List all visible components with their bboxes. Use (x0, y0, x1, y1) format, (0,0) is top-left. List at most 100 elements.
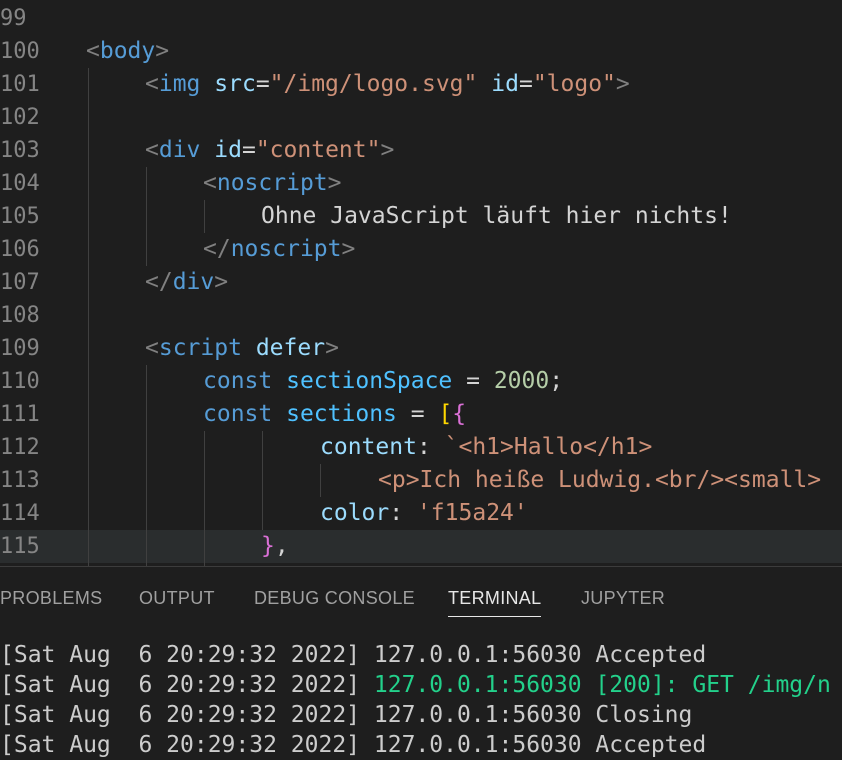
token: > (214, 269, 229, 295)
code-line[interactable]: 99 (0, 2, 842, 35)
line-number: 99 (0, 6, 27, 31)
token: > (325, 335, 339, 361)
token: `<h1>Hallo</h1> (444, 434, 653, 460)
code-line[interactable]: 102 (0, 101, 842, 134)
token: 'f15a24' (416, 500, 528, 526)
token: id (491, 71, 519, 97)
token: Ohne JavaScript läuft hier nichts! (261, 203, 732, 229)
line-number: 112 (0, 435, 40, 460)
code-text: content: `<h1>Hallo</h1> (320, 431, 652, 464)
token: { (452, 401, 467, 427)
token: < (145, 137, 159, 163)
token: sectionSpace (286, 368, 453, 394)
code-text: <script defer> (145, 332, 339, 365)
token: = (255, 71, 270, 97)
token: < (203, 170, 217, 196)
tab-debug-console[interactable]: DEBUG CONSOLE (254, 567, 415, 629)
code-line[interactable]: 103 <div id="content"> (0, 134, 842, 167)
line-number: 110 (0, 369, 40, 394)
token: id (214, 137, 242, 163)
indent-guide (204, 431, 205, 566)
code-line[interactable]: 114 color: 'f15a24' (0, 497, 842, 530)
terminal-line: [Sat Aug 6 20:29:32 2022] 127.0.0.1:5603… (0, 700, 692, 730)
line-number: 101 (0, 72, 40, 97)
terminal-timestamp: [Sat Aug 6 20:29:32 2022] (0, 702, 374, 728)
indent-guide (88, 68, 89, 566)
code-line[interactable]: 100 <body> (0, 35, 842, 68)
token: > (380, 137, 395, 163)
token: < (86, 38, 100, 64)
token: = (452, 368, 494, 394)
token: "logo" (532, 71, 616, 97)
code-line[interactable]: 107 </div> (0, 266, 842, 299)
tab-jupyter[interactable]: JUPYTER (581, 567, 665, 629)
token: [ (438, 401, 453, 427)
code-line[interactable]: 110 const sectionSpace = 2000; (0, 365, 842, 398)
token: = (518, 71, 533, 97)
token: color (320, 500, 390, 526)
token: content (320, 434, 417, 460)
code-line[interactable]: 108 (0, 299, 842, 332)
token: , (274, 533, 289, 559)
token: body (99, 38, 156, 64)
line-number: 106 (0, 237, 40, 262)
code-line[interactable]: 109 <script defer> (0, 332, 842, 365)
code-editor[interactable]: 99 100 <body> 101 <img src="/img/logo.svg" i… (0, 0, 842, 566)
token: src (214, 71, 256, 97)
token: script (158, 335, 242, 361)
line-number: 102 (0, 105, 40, 130)
line-number: 103 (0, 138, 40, 163)
token: defer (255, 335, 326, 361)
terminal-message: 127.0.0.1:56030 [200]: GET /img/n (373, 672, 831, 698)
tab-output[interactable]: OUTPUT (139, 567, 215, 629)
token: img (158, 71, 201, 97)
token: = (241, 137, 256, 163)
code-text: <noscript> (203, 167, 342, 200)
terminal-line: [Sat Aug 6 20:29:32 2022] 127.0.0.1:5603… (0, 730, 706, 760)
line-number: 109 (0, 336, 40, 361)
line-number: 113 (0, 468, 40, 493)
line-number: 111 (0, 402, 40, 427)
code-text: <div id="content"> (145, 134, 394, 167)
line-number: 100 (0, 39, 40, 64)
code-line[interactable]: 101 <img src="/img/logo.svg" id="logo"> (0, 68, 842, 101)
token: > (341, 236, 356, 262)
token: </ (203, 236, 231, 262)
code-line[interactable]: 115}, (0, 530, 842, 563)
token: <p>Ich heiße Ludwig.<br/><small> (378, 467, 822, 493)
code-text: const sections = [{ (203, 398, 466, 431)
code-line[interactable]: 111 const sections = [{ (0, 398, 842, 431)
token: : (416, 434, 445, 460)
bottom-panel: PROBLEMS OUTPUT DEBUG CONSOLE TERMINAL JUPYT… (0, 567, 842, 758)
code-line[interactable]: 112 content: `<h1>Hallo</h1> (0, 431, 842, 464)
terminal-timestamp: [Sat Aug 6 20:29:32 2022] (0, 642, 374, 668)
token: = (396, 401, 439, 427)
token: > (327, 170, 342, 196)
terminal-timestamp: [Sat Aug 6 20:29:32 2022] (0, 672, 374, 698)
line-number: 108 (0, 303, 40, 328)
code-line[interactable]: 113 <p>Ich heiße Ludwig.<br/><small> (0, 464, 842, 497)
code-text: <p>Ich heiße Ludwig.<br/><small> (378, 464, 821, 497)
code-line[interactable]: 104 <noscript> (0, 167, 842, 200)
code-text: <img src="/img/logo.svg" id="logo"> (145, 68, 630, 101)
token: div (158, 137, 201, 163)
code-text: <body> (86, 35, 169, 68)
line-number: 105 (0, 204, 40, 229)
indent-guide (146, 365, 147, 566)
token: </ (145, 269, 173, 295)
code-text: Ohne JavaScript läuft hier nichts! (261, 200, 732, 233)
tab-problems[interactable]: PROBLEMS (0, 567, 102, 629)
tab-terminal[interactable]: TERMINAL (448, 567, 542, 629)
code-text: const sectionSpace = 2000; (203, 365, 563, 398)
token: > (615, 71, 630, 97)
code-line[interactable]: 106 </noscript> (0, 233, 842, 266)
terminal-message: 127.0.0.1:56030 Accepted (373, 642, 707, 668)
line-number: 104 (0, 171, 40, 196)
indent-guide (262, 431, 263, 530)
code-line[interactable]: 105 Ohne JavaScript läuft hier nichts! (0, 200, 842, 233)
token: "content" (255, 137, 381, 163)
